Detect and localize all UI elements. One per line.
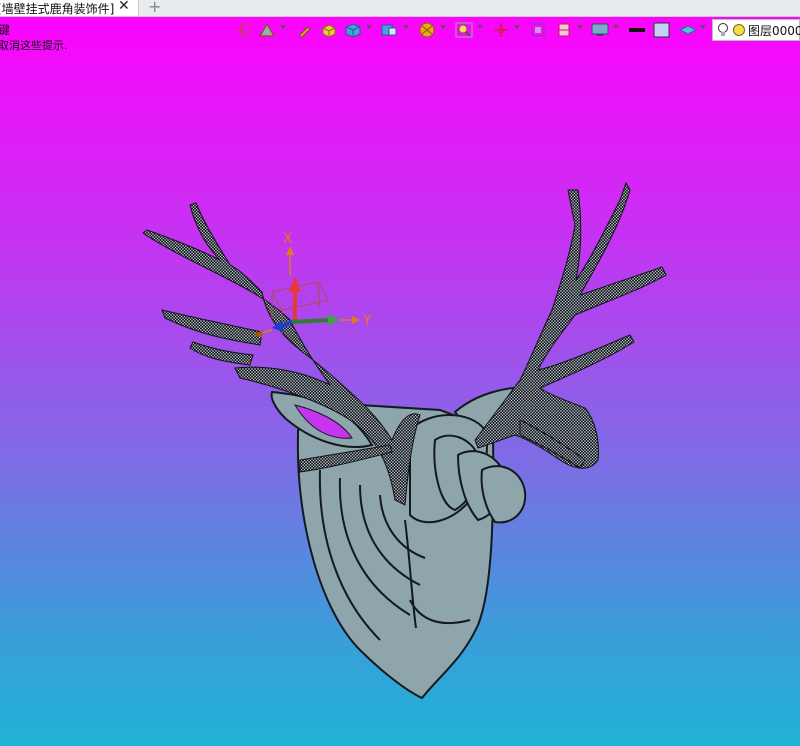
document-tab[interactable]: [墙壁挂式鹿角装饰件] ✕ xyxy=(0,0,139,16)
y-axis-label: Y xyxy=(362,313,372,329)
right-antler[interactable] xyxy=(474,181,667,469)
tab-title: [墙壁挂式鹿角装饰件] xyxy=(0,1,115,16)
model-scene[interactable]: X Y xyxy=(0,17,800,746)
x-axis-label: X xyxy=(283,231,293,247)
close-icon[interactable]: ✕ xyxy=(118,0,130,14)
coordinate-triad: X Y xyxy=(254,231,372,338)
new-tab-icon[interactable]: + xyxy=(148,0,161,16)
tab-strip: [墙壁挂式鹿角装饰件] ✕ + xyxy=(0,0,800,17)
